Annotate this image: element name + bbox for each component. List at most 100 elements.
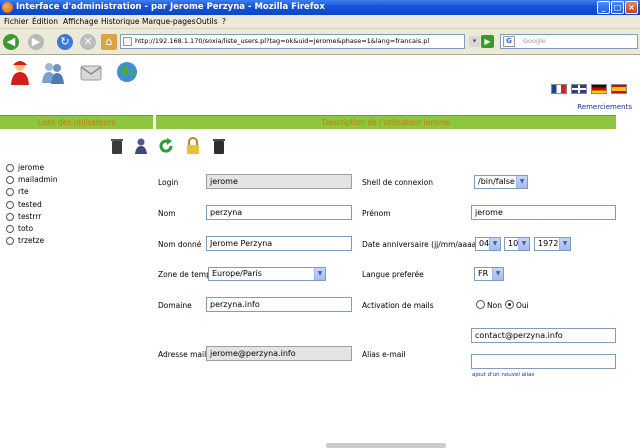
chevron-down-icon: ▼ bbox=[559, 238, 570, 250]
network-globe-icon[interactable] bbox=[114, 59, 140, 85]
window-title: Interface d'administration - par Jerome … bbox=[16, 2, 325, 12]
chevron-down-icon: ▼ bbox=[516, 176, 527, 188]
firefox-icon bbox=[2, 2, 13, 13]
user-description-header: Description de l'utilisateur jerome bbox=[156, 115, 616, 129]
user-description-title: Description de l'utilisateur jerome bbox=[322, 118, 450, 127]
thanks-link[interactable]: Remerciements bbox=[577, 103, 632, 111]
user-admin-icon[interactable] bbox=[7, 59, 33, 85]
user-radio[interactable] bbox=[6, 224, 14, 233]
page-content: Remerciements Liste des utilisateurs Des… bbox=[0, 55, 640, 448]
user-list-title: Liste des utilisateurs bbox=[37, 118, 116, 127]
refresh-icon[interactable] bbox=[158, 137, 174, 155]
domain-field[interactable]: perzyna.info bbox=[206, 297, 352, 312]
edit-user-icon[interactable] bbox=[133, 137, 149, 155]
nom-donne-field[interactable]: Jerome Perzyna bbox=[206, 236, 352, 251]
mail-activation-label: Activation de mails bbox=[362, 301, 434, 310]
user-radio[interactable] bbox=[6, 164, 14, 172]
go-icon[interactable]: ▶ bbox=[481, 35, 494, 48]
menu-edition[interactable]: Édition bbox=[32, 17, 58, 26]
list-item[interactable]: mailadmin bbox=[6, 174, 58, 186]
list-item[interactable]: tested bbox=[6, 199, 58, 211]
group-admin-icon[interactable] bbox=[40, 59, 66, 85]
nom-label: Nom bbox=[158, 209, 176, 218]
list-item[interactable]: trzetze bbox=[6, 235, 58, 247]
chevron-down-icon: ▼ bbox=[314, 268, 325, 280]
list-item[interactable]: jerome bbox=[6, 162, 58, 174]
chevron-down-icon: ▼ bbox=[489, 238, 500, 250]
history-dropdown-icon[interactable]: ▾ bbox=[469, 36, 480, 47]
back-icon[interactable]: ◀ bbox=[3, 34, 19, 50]
shell-label: Shell de connexion bbox=[362, 178, 434, 187]
address-url: http://192.168.1.170/soxia/liste_users.p… bbox=[135, 37, 430, 45]
domain-label: Domaine bbox=[158, 301, 192, 310]
google-icon: G bbox=[503, 36, 515, 47]
language-label: Langue preferée bbox=[362, 270, 424, 279]
nom-field[interactable]: perzyna bbox=[206, 205, 352, 220]
nom-donne-label: Nom donné bbox=[158, 240, 202, 249]
chevron-down-icon: ▼ bbox=[492, 268, 503, 280]
chevron-down-icon: ▼ bbox=[518, 238, 529, 250]
alias-field-2[interactable] bbox=[471, 354, 616, 369]
user-radio[interactable] bbox=[6, 237, 14, 246]
list-item[interactable]: testrrr bbox=[6, 211, 58, 223]
email-label: Adresse mail bbox=[158, 350, 207, 359]
window-titlebar: Interface d'administration - par Jerome … bbox=[0, 0, 640, 15]
user-radio[interactable] bbox=[6, 188, 14, 197]
home-icon[interactable]: ⌂ bbox=[101, 34, 117, 50]
flag-french-icon[interactable] bbox=[551, 84, 567, 94]
reload-icon[interactable]: ↻ bbox=[57, 34, 73, 50]
user-radio[interactable] bbox=[6, 176, 14, 185]
flag-spanish-icon[interactable] bbox=[611, 84, 627, 94]
add-alias-link[interactable]: ajout d'un nouvel alias bbox=[472, 372, 534, 378]
menu-help[interactable]: ? bbox=[222, 17, 226, 26]
login-label: Login bbox=[158, 178, 179, 187]
mail-on-label: Oui bbox=[516, 301, 529, 310]
menu-historique[interactable]: Historique bbox=[101, 17, 139, 26]
flag-german-icon[interactable] bbox=[591, 84, 607, 94]
alias-label: Alias e-mail bbox=[362, 350, 406, 359]
login-field[interactable]: jerome bbox=[206, 174, 352, 189]
trash-icon[interactable] bbox=[211, 137, 227, 155]
user-radio[interactable] bbox=[6, 200, 14, 209]
birth-month-select[interactable]: 10 ▼ bbox=[504, 237, 530, 251]
language-select[interactable]: FR ▼ bbox=[474, 267, 504, 281]
prenom-field[interactable]: jerome bbox=[471, 205, 616, 220]
user-list-header: Liste des utilisateurs bbox=[0, 115, 153, 129]
timezone-select[interactable]: Europe/Paris ▼ bbox=[208, 267, 326, 281]
shell-select[interactable]: /bin/false ▼ bbox=[474, 175, 528, 189]
search-placeholder: Google bbox=[523, 37, 546, 45]
birthday-label: Date anniversaire (jj/mm/aaaa) bbox=[362, 240, 480, 249]
stop-icon[interactable]: ✕ bbox=[80, 34, 96, 50]
user-radio[interactable] bbox=[6, 212, 14, 221]
timezone-label: Zone de temps bbox=[158, 270, 215, 279]
menu-bar: Fichier Édition Affichage Historique Mar… bbox=[0, 15, 640, 29]
horizontal-scrollbar[interactable] bbox=[326, 443, 446, 448]
menu-marque-pages[interactable]: Marque-pages bbox=[142, 17, 196, 26]
navigation-toolbar: ◀ ▶ ↻ ✕ ⌂ http://192.168.1.170/soxia/lis… bbox=[0, 29, 640, 55]
alias-field-1[interactable]: contact@perzyna.info bbox=[471, 328, 616, 343]
mail-off-radio[interactable] bbox=[476, 300, 485, 309]
flag-english-icon[interactable] bbox=[571, 84, 587, 94]
address-bar[interactable]: http://192.168.1.170/soxia/liste_users.p… bbox=[120, 34, 465, 49]
list-item[interactable]: rte bbox=[6, 186, 58, 198]
mail-admin-icon[interactable] bbox=[78, 59, 104, 85]
mail-on-radio[interactable] bbox=[505, 300, 514, 309]
email-field[interactable]: jerome@perzyna.info bbox=[206, 346, 352, 361]
prenom-label: Prénom bbox=[362, 209, 391, 218]
delete-trash-icon[interactable] bbox=[109, 137, 125, 155]
birth-year-select[interactable]: 1972 ▼ bbox=[534, 237, 571, 251]
list-item[interactable]: toto bbox=[6, 223, 58, 235]
page-favicon bbox=[123, 37, 132, 46]
menu-fichier[interactable]: Fichier bbox=[4, 17, 29, 26]
user-list: jerome mailadmin rte tested testrrr toto… bbox=[6, 162, 58, 247]
mail-off-label: Non bbox=[487, 301, 502, 310]
lock-icon[interactable] bbox=[185, 137, 201, 155]
forward-icon[interactable]: ▶ bbox=[28, 34, 44, 50]
maximize-button[interactable]: □ bbox=[611, 1, 624, 14]
close-button[interactable]: × bbox=[625, 1, 638, 14]
minimize-button[interactable]: _ bbox=[597, 1, 610, 14]
birth-day-select[interactable]: 04 ▼ bbox=[475, 237, 501, 251]
menu-outils[interactable]: Outils bbox=[196, 17, 218, 26]
search-input[interactable]: G Google bbox=[500, 34, 638, 49]
menu-affichage[interactable]: Affichage bbox=[63, 17, 98, 26]
